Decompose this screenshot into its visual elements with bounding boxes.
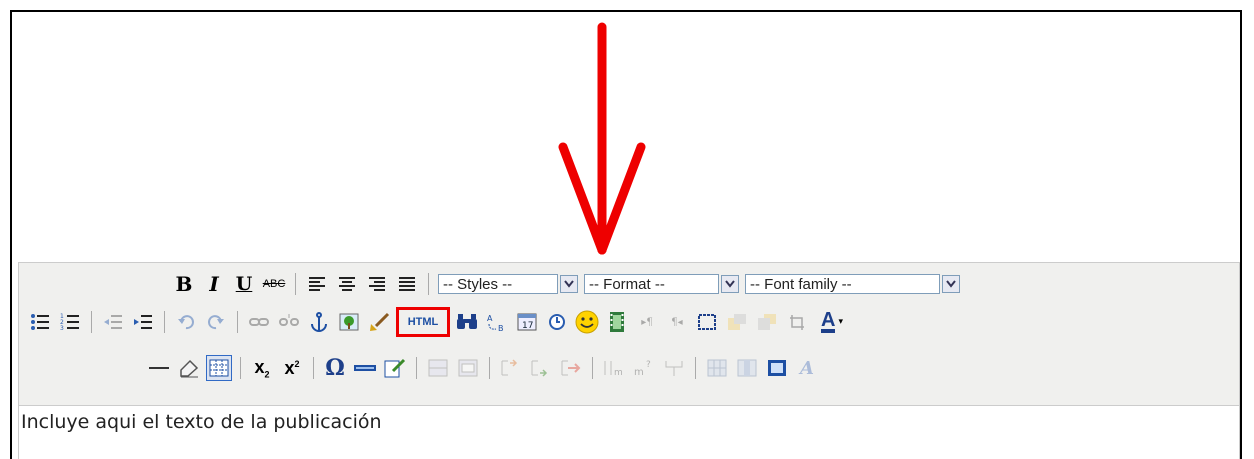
layer-forward-icon[interactable] [724, 309, 750, 335]
col-after-icon[interactable] [558, 355, 584, 381]
bullet-list-icon[interactable] [27, 309, 53, 335]
remove-format-icon[interactable] [176, 355, 202, 381]
undo-icon[interactable] [173, 309, 199, 335]
align-justify-icon[interactable] [394, 271, 420, 297]
toolbar-row-2: 123 HTML AB 17 ▸¶ ¶◂ A ▾ [25, 307, 852, 337]
italic-icon[interactable]: I [201, 271, 227, 297]
svg-text:m: m [634, 367, 644, 377]
emoticon-icon[interactable] [574, 309, 600, 335]
style-props-icon[interactable]: A [794, 355, 820, 381]
visual-aid-icon[interactable] [206, 355, 232, 381]
separator [295, 273, 296, 295]
insert-time-icon[interactable] [544, 309, 570, 335]
font-family-select[interactable]: -- Font family -- [745, 273, 960, 295]
replace-icon[interactable]: AB [484, 309, 510, 335]
format-select-value: -- Format -- [584, 274, 719, 294]
separator [695, 357, 696, 379]
numbered-list-icon[interactable]: 123 [57, 309, 83, 335]
styles-select-value: -- Styles -- [438, 274, 558, 294]
separator [237, 311, 238, 333]
align-right-icon[interactable] [364, 271, 390, 297]
format-select[interactable]: -- Format -- [584, 273, 739, 295]
content-text: Incluye aqui el texto de la publicación [21, 411, 382, 433]
search-icon[interactable] [454, 309, 480, 335]
separator [313, 357, 314, 379]
delete-col-icon[interactable]: m [601, 355, 627, 381]
split-cells-icon[interactable] [734, 355, 760, 381]
strikethrough-icon[interactable]: ABC [261, 271, 287, 297]
font-family-select-value: -- Font family -- [745, 274, 940, 294]
editor-content-area[interactable]: Incluye aqui el texto de la publicación [18, 406, 1240, 459]
bold-icon[interactable]: B [171, 271, 197, 297]
svg-text:B: B [498, 324, 504, 332]
svg-text:?: ? [646, 360, 651, 370]
html-button-label: HTML [407, 316, 439, 328]
separator [240, 357, 241, 379]
indent-icon[interactable] [130, 309, 156, 335]
rich-text-editor: B I U ABC -- Styles -- -- Format -- -- F… [18, 262, 1240, 459]
red-arrow-annotation [558, 22, 646, 255]
underline-icon[interactable]: U [231, 271, 257, 297]
toolbar-row-1: B I U ABC -- Styles -- -- Format -- -- F… [169, 269, 963, 299]
subscript-icon[interactable]: x2 [249, 355, 275, 381]
separator [428, 273, 429, 295]
table-icon[interactable] [764, 355, 790, 381]
col-before-icon[interactable] [528, 355, 554, 381]
merge-cells-icon[interactable] [704, 355, 730, 381]
ltr-icon[interactable]: ▸¶ [634, 309, 660, 335]
separator [91, 311, 92, 333]
chevron-down-icon[interactable] [721, 275, 739, 293]
separator [489, 357, 490, 379]
anchor-icon[interactable] [306, 309, 332, 335]
link-icon[interactable] [246, 309, 272, 335]
horizontal-rule-icon[interactable] [146, 355, 172, 381]
row-after-icon[interactable] [455, 355, 481, 381]
outdent-icon[interactable] [100, 309, 126, 335]
table-props-icon[interactable]: m? [631, 355, 657, 381]
absolute-icon[interactable] [784, 309, 810, 335]
advanced-hr-icon[interactable] [352, 355, 378, 381]
delete-row-icon[interactable] [498, 355, 524, 381]
cleanup-icon[interactable] [366, 309, 392, 335]
separator [164, 311, 165, 333]
charmap-icon[interactable]: Ω [322, 355, 348, 381]
align-left-icon[interactable] [304, 271, 330, 297]
insert-date-icon[interactable]: 17 [514, 309, 540, 335]
image-icon[interactable] [336, 309, 362, 335]
superscript-icon[interactable]: x2 [279, 355, 305, 381]
chevron-down-icon[interactable] [560, 275, 578, 293]
svg-text:3: 3 [60, 325, 64, 331]
media-icon[interactable] [604, 309, 630, 335]
html-source-button[interactable]: HTML [396, 307, 450, 337]
unlink-icon[interactable] [276, 309, 302, 335]
redo-icon[interactable] [203, 309, 229, 335]
cell-props-icon[interactable] [661, 355, 687, 381]
svg-text:A: A [487, 314, 493, 323]
rtl-icon[interactable]: ¶◂ [664, 309, 690, 335]
svg-text:17: 17 [522, 321, 533, 331]
text-color-icon[interactable]: A ▾ [814, 309, 850, 335]
svg-text:m: m [614, 368, 623, 377]
fullscreen-icon[interactable] [694, 309, 720, 335]
chevron-down-icon[interactable] [942, 275, 960, 293]
separator [592, 357, 593, 379]
separator [416, 357, 417, 379]
styles-select[interactable]: -- Styles -- [438, 273, 578, 295]
toolbar-row-3: x2 x2 Ω m m? A [144, 353, 822, 383]
editor-toolbar: B I U ABC -- Styles -- -- Format -- -- F… [18, 262, 1240, 406]
row-before-icon[interactable] [425, 355, 451, 381]
edit-icon[interactable] [382, 355, 408, 381]
layer-backward-icon[interactable] [754, 309, 780, 335]
align-center-icon[interactable] [334, 271, 360, 297]
